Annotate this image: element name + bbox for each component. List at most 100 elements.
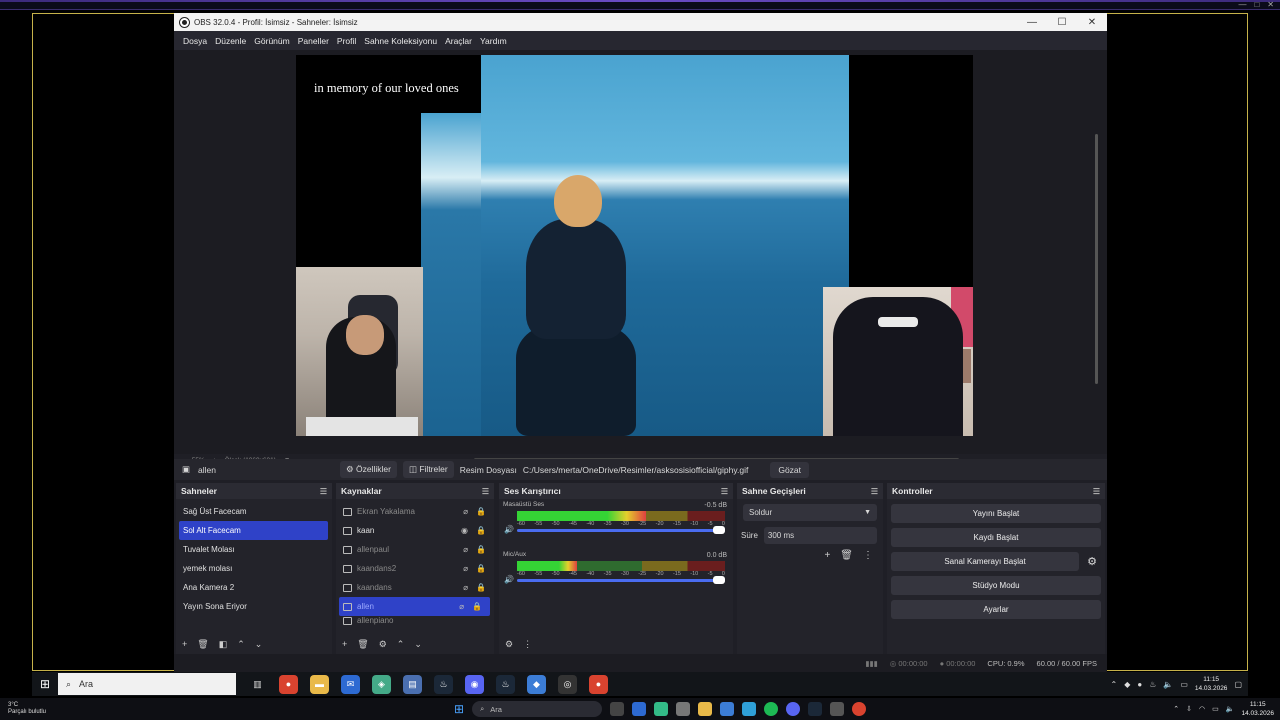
- volume-slider[interactable]: [517, 526, 725, 534]
- facecam-right[interactable]: [823, 287, 973, 436]
- studio-mode-button[interactable]: Stüdyo Modu: [891, 576, 1101, 595]
- dock-menu-icon[interactable]: ☰: [721, 487, 728, 496]
- add-transition-icon[interactable]: +: [824, 550, 830, 561]
- menu-dosya[interactable]: Dosya: [179, 36, 211, 46]
- menu-yardim[interactable]: Yardım: [476, 36, 511, 46]
- mixer-menu-icon[interactable]: ⋮: [523, 639, 532, 653]
- lock-icon[interactable]: 🔒: [472, 602, 482, 611]
- download-icon[interactable]: ⇩: [1186, 705, 1192, 713]
- host-window-controls[interactable]: — □ ✕: [1238, 0, 1274, 10]
- host-search[interactable]: ⌕ Ara: [472, 701, 603, 717]
- properties-button[interactable]: ⚙ Özellikler: [340, 461, 397, 478]
- scene-item[interactable]: Yayın Sona Eriyor: [176, 597, 332, 616]
- eye-hidden-icon[interactable]: ⌀: [463, 564, 468, 573]
- delete-source-icon[interactable]: 🗑: [357, 639, 368, 653]
- windows-start-icon[interactable]: ⊞: [32, 677, 58, 691]
- lock-icon[interactable]: 🔒: [476, 564, 486, 573]
- chrome-icon[interactable]: [852, 702, 867, 716]
- obs-icon[interactable]: ◎: [558, 674, 577, 694]
- minimize-icon[interactable]: —: [1238, 0, 1246, 10]
- start-record-button[interactable]: Kaydı Başlat: [891, 528, 1101, 547]
- xbox-icon[interactable]: [654, 702, 669, 716]
- chrome-icon[interactable]: ●: [279, 674, 298, 694]
- minimize-button[interactable]: —: [1017, 17, 1047, 28]
- scene-item-selected[interactable]: Sol Alt Facecam: [179, 521, 328, 540]
- add-scene-icon[interactable]: +: [182, 639, 187, 653]
- menu-sahne-koleksiyonu[interactable]: Sahne Koleksiyonu: [360, 36, 441, 46]
- slider-knob[interactable]: [713, 576, 725, 584]
- eye-hidden-icon[interactable]: ⌀: [463, 583, 468, 592]
- eye-icon[interactable]: ◉: [461, 526, 468, 535]
- app-icon[interactable]: [676, 702, 691, 716]
- add-source-icon[interactable]: +: [342, 639, 347, 653]
- scene-filters-icon[interactable]: ◧: [219, 639, 228, 653]
- tray-app-icon[interactable]: ●: [1137, 680, 1142, 689]
- scene-item[interactable]: Ana Kamera 2: [176, 578, 332, 597]
- file-explorer-icon[interactable]: [698, 702, 713, 716]
- wifi-icon[interactable]: ◠: [1199, 705, 1205, 713]
- discord-icon[interactable]: ◉: [465, 674, 484, 694]
- chrome-icon[interactable]: ●: [589, 674, 608, 694]
- mixer-settings-icon[interactable]: ⚙: [505, 639, 513, 653]
- taskbar-search[interactable]: ⌕ Ara: [58, 673, 236, 695]
- menu-duzenle[interactable]: Düzenle: [211, 36, 250, 46]
- volume-icon[interactable]: 🔈: [1226, 705, 1235, 713]
- gear-icon[interactable]: ⚙: [1083, 555, 1101, 568]
- preview-area[interactable]: in memory of our loved ones − 55%: [174, 50, 1107, 464]
- scene-item[interactable]: Sağ Üst Facecam: [176, 502, 332, 521]
- source-item[interactable]: kaandans ⌀ 🔒: [336, 578, 494, 597]
- app-icon[interactable]: [720, 702, 735, 716]
- app-icon[interactable]: [632, 702, 647, 716]
- network-icon[interactable]: ▭: [1212, 705, 1219, 713]
- transition-select[interactable]: Soldur ▼: [743, 504, 877, 521]
- lock-icon[interactable]: 🔒: [476, 583, 486, 592]
- menu-profil[interactable]: Profil: [333, 36, 360, 46]
- slider-knob[interactable]: [713, 526, 725, 534]
- lock-icon[interactable]: 🔒: [476, 545, 486, 554]
- source-item[interactable]: Ekran Yakalama ⌀ 🔒: [336, 502, 494, 521]
- windows-start-icon[interactable]: ⊞: [454, 702, 464, 716]
- source-item-selected[interactable]: allen ⌀ 🔒: [339, 597, 490, 616]
- steam-icon[interactable]: ♨: [434, 674, 453, 694]
- browse-button[interactable]: Gözat: [770, 461, 810, 478]
- app-icon[interactable]: ▤: [403, 674, 422, 694]
- steam-icon[interactable]: ♨: [496, 674, 515, 694]
- delete-scene-icon[interactable]: 🗑: [197, 639, 208, 653]
- file-explorer-icon[interactable]: ▬: [310, 674, 329, 694]
- mail-icon[interactable]: ✉: [341, 674, 360, 694]
- move-up-icon[interactable]: ⌃: [237, 639, 245, 653]
- eye-hidden-icon[interactable]: ⌀: [463, 545, 468, 554]
- chevron-up-icon[interactable]: ⌃: [1110, 680, 1117, 689]
- app-icon[interactable]: ◆: [527, 674, 546, 694]
- eye-hidden-icon[interactable]: ⌀: [459, 602, 464, 611]
- close-button[interactable]: ✕: [1077, 17, 1107, 28]
- steam-icon[interactable]: [808, 702, 823, 716]
- clock[interactable]: 11:15 14.03.2026: [1195, 675, 1228, 693]
- source-item[interactable]: allenpiano: [336, 616, 494, 625]
- tray-app-icon[interactable]: ♨: [1149, 680, 1156, 689]
- transition-menu-icon[interactable]: ⋮: [863, 550, 873, 561]
- app-icon[interactable]: [742, 702, 757, 716]
- menu-araclar[interactable]: Araçlar: [441, 36, 476, 46]
- dock-menu-icon[interactable]: ☰: [320, 487, 327, 496]
- preview-canvas[interactable]: in memory of our loved ones: [296, 55, 973, 436]
- speaker-icon[interactable]: 🔊: [504, 575, 514, 584]
- source-item[interactable]: allenpaul ⌀ 🔒: [336, 540, 494, 559]
- maximize-icon[interactable]: □: [1254, 0, 1259, 10]
- virtual-cam-button[interactable]: Sanal Kamerayı Başlat: [891, 552, 1079, 571]
- preview-vscrollbar[interactable]: [1095, 134, 1098, 384]
- discord-icon[interactable]: [786, 702, 801, 716]
- move-up-icon[interactable]: ⌃: [397, 639, 405, 653]
- task-view-icon[interactable]: [610, 702, 625, 716]
- weather-widget[interactable]: 3°C Parçalı bulutlu: [0, 702, 160, 716]
- scene-item[interactable]: yemek molası: [176, 559, 332, 578]
- eye-hidden-icon[interactable]: ⌀: [463, 507, 468, 516]
- tray-app-icon[interactable]: ◆: [1124, 680, 1130, 689]
- speaker-icon[interactable]: 🔊: [504, 525, 514, 534]
- start-stream-button[interactable]: Yayını Başlat: [891, 504, 1101, 523]
- source-item[interactable]: kaan ◉ 🔒: [336, 521, 494, 540]
- duration-input[interactable]: 300 ms: [763, 527, 877, 544]
- menu-gorunum[interactable]: Görünüm: [250, 36, 293, 46]
- move-down-icon[interactable]: ⌄: [414, 639, 422, 653]
- volume-icon[interactable]: 🔈: [1163, 680, 1173, 689]
